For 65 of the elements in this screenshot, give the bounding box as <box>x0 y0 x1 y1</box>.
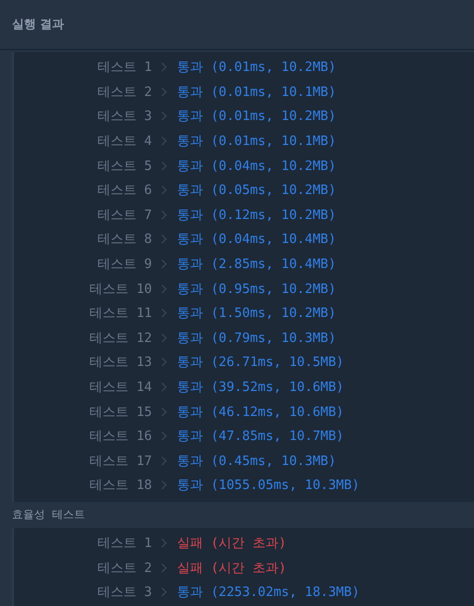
chevron-icon <box>161 382 167 392</box>
test-label: 테스트 16 <box>88 428 152 446</box>
chevron-icon <box>161 210 167 220</box>
test-label: 테스트 13 <box>88 354 152 372</box>
test-label: 테스트 10 <box>88 280 152 298</box>
test-result: 실패 (시간 초과) <box>177 560 286 577</box>
test-result: 통과 (2253.02ms, 18.3MB) <box>177 584 360 602</box>
test-result: 통과 (0.45ms, 10.3MB) <box>177 452 336 470</box>
test-result: 통과 (1.50ms, 10.2MB) <box>177 305 336 322</box>
chevron-icon <box>161 406 167 417</box>
test-label: 테스트 11 <box>88 305 152 322</box>
test-label: 테스트 3 <box>96 108 152 126</box>
chevron-icon <box>161 86 167 97</box>
test-result: 통과 (39.52ms, 10.6MB) <box>177 379 344 396</box>
test-label: 테스트 7 <box>96 206 152 224</box>
chevron-icon <box>161 234 167 244</box>
test-label: 테스트 1 <box>96 59 152 76</box>
chevron-icon <box>161 357 167 368</box>
test-result: 통과 (1055.05ms, 10.3MB) <box>177 477 360 494</box>
chevron-icon <box>161 160 167 171</box>
chevron-icon <box>161 308 167 318</box>
test-label: 테스트 6 <box>96 182 152 200</box>
chevron-icon <box>161 456 167 466</box>
test-label: 테스트 15 <box>88 404 152 421</box>
test-label: 테스트 2 <box>96 560 152 577</box>
test-label: 테스트 4 <box>96 133 152 150</box>
panel-title: 실행 결과 <box>12 16 64 33</box>
chevron-icon <box>161 431 167 442</box>
test-result: 통과 (0.79ms, 10.3MB) <box>177 330 336 347</box>
chevron-icon <box>161 259 167 270</box>
chevron-icon <box>161 480 167 490</box>
chevron-icon <box>161 587 167 598</box>
test-result: 통과 (0.05ms, 10.2MB) <box>177 182 336 200</box>
test-result: 통과 (0.12ms, 10.2MB) <box>177 206 336 224</box>
test-label: 테스트 9 <box>96 256 152 274</box>
test-result: 통과 (2.85ms, 10.4MB) <box>177 256 336 274</box>
test-result: 통과 (0.01ms, 10.1MB) <box>177 133 336 150</box>
test-label: 테스트 14 <box>88 379 152 396</box>
chevron-icon <box>161 136 167 146</box>
test-result: 통과 (0.04ms, 10.2MB) <box>177 158 336 175</box>
chevron-icon <box>161 185 167 196</box>
chevron-icon <box>161 111 167 122</box>
test-label: 테스트 18 <box>88 477 152 494</box>
test-result: 통과 (0.04ms, 10.4MB) <box>177 231 336 248</box>
test-result: 통과 (0.01ms, 10.2MB) <box>177 59 336 76</box>
chevron-icon <box>161 562 167 573</box>
chevron-icon <box>161 62 167 72</box>
test-result: 통과 (47.85ms, 10.7MB) <box>177 428 344 446</box>
test-label: 테스트 17 <box>88 452 152 470</box>
section-title: 효율성 테스트 <box>11 507 86 524</box>
test-result: 통과 (0.01ms, 10.1MB) <box>177 84 336 101</box>
test-result: 통과 (46.12ms, 10.6MB) <box>177 404 344 421</box>
test-label: 테스트 5 <box>96 158 152 175</box>
chevron-icon <box>161 332 167 343</box>
chevron-icon <box>161 284 167 294</box>
test-result: 실패 (시간 초과) <box>177 534 286 552</box>
test-label: 테스트 8 <box>96 231 152 248</box>
test-label: 테스트 1 <box>96 534 152 552</box>
test-label: 테스트 3 <box>96 584 152 602</box>
test-label: 테스트 12 <box>88 330 152 347</box>
test-result: 통과 (26.71ms, 10.5MB) <box>177 354 344 372</box>
test-result: 통과 (0.95ms, 10.2MB) <box>177 280 336 298</box>
test-result: 통과 (0.01ms, 10.2MB) <box>177 108 336 126</box>
chevron-icon <box>161 538 167 548</box>
test-label: 테스트 2 <box>96 84 152 101</box>
